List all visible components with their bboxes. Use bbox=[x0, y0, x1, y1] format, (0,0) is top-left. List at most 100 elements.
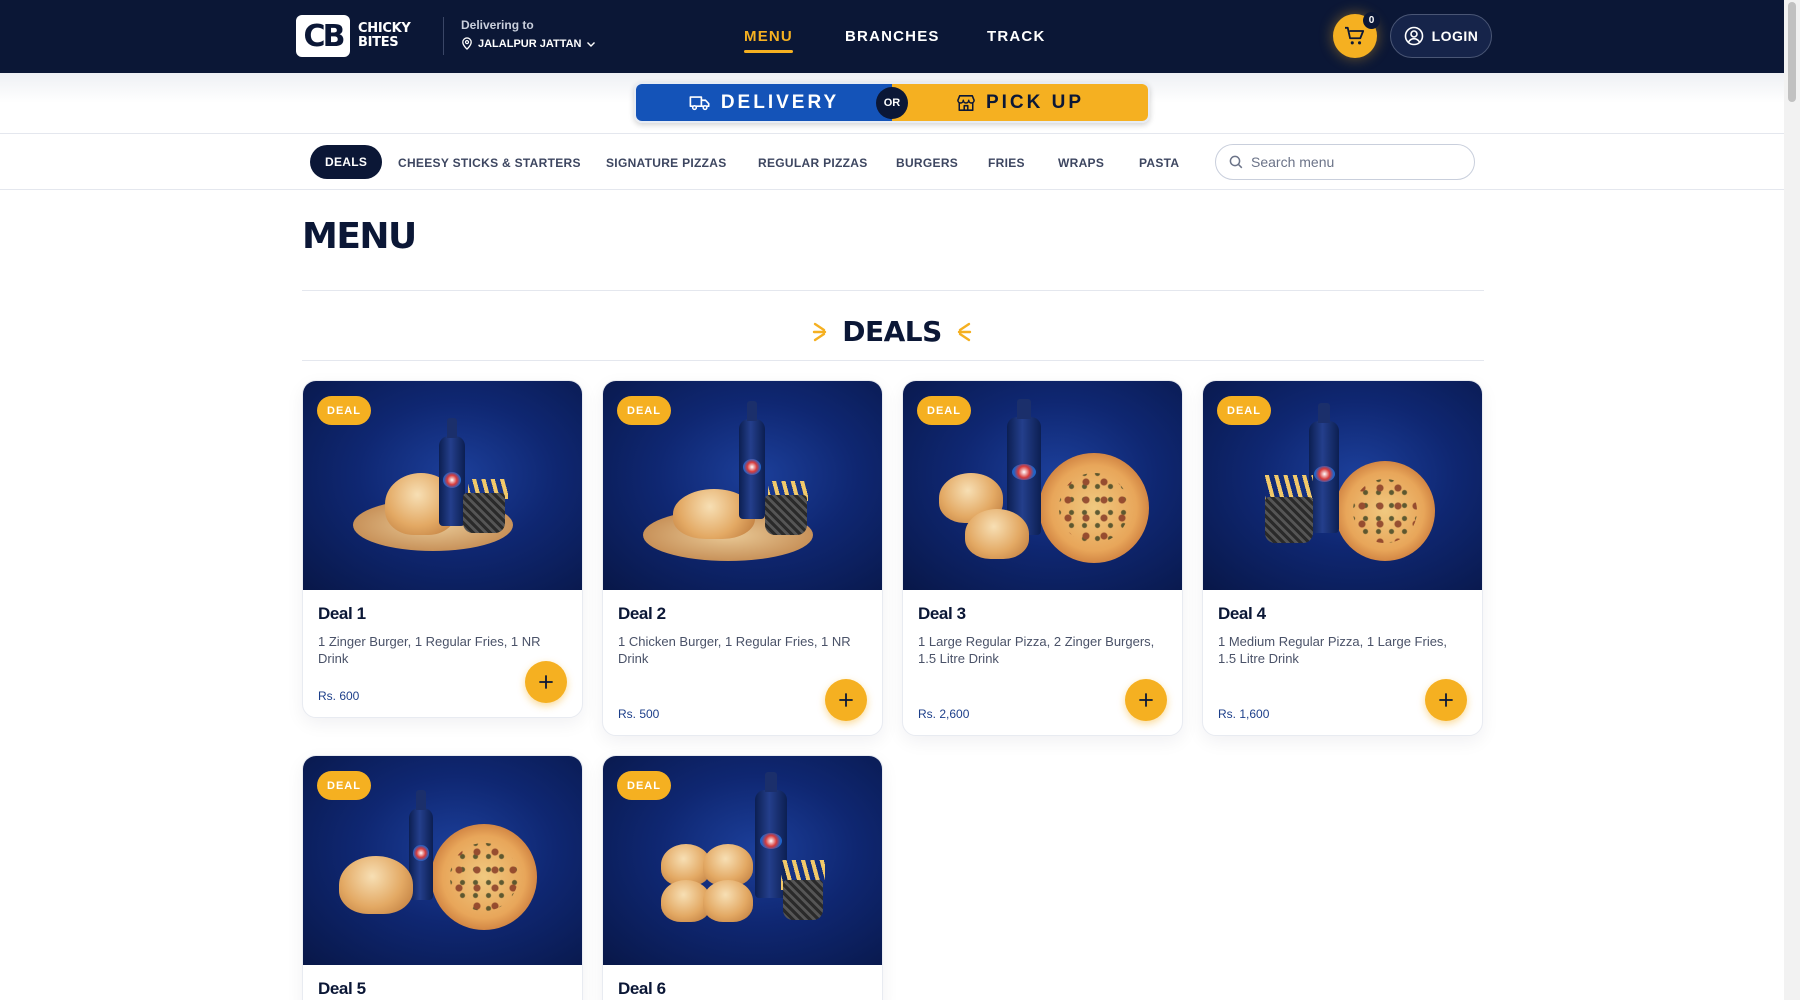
deal-card-2[interactable]: DEAL Deal 2 1 Chicken Burger, 1 Regular … bbox=[602, 380, 883, 736]
deal-2-body: Deal 2 1 Chicken Burger, 1 Regular Fries… bbox=[603, 590, 882, 667]
deal-card-3[interactable]: DEAL Deal 3 1 Large Regular Pizza, 2 Zin… bbox=[902, 380, 1183, 736]
deal-description: 1 Medium Regular Pizza, 1 Large Fries, 1… bbox=[1218, 634, 1448, 666]
category-bar: DEALS CHEESY STICKS & STARTERS SIGNATURE… bbox=[0, 133, 1784, 190]
category-wraps[interactable]: WRAPS bbox=[1058, 156, 1104, 170]
deal-name: Deal 4 bbox=[1218, 604, 1266, 623]
logo-line-2: BITES bbox=[358, 35, 399, 50]
logo-mark: CB bbox=[296, 15, 350, 57]
deal-name: Deal 3 bbox=[918, 604, 966, 623]
title-divider bbox=[302, 290, 1484, 291]
deal-name: Deal 1 bbox=[318, 604, 366, 623]
add-to-cart-button[interactable] bbox=[825, 679, 867, 721]
category-fries[interactable]: FRIES bbox=[988, 156, 1025, 170]
deal-2-image: DEAL bbox=[603, 381, 882, 590]
deal-card-4[interactable]: DEAL Deal 4 1 Medium Regular Pizza, 1 La… bbox=[1202, 380, 1483, 736]
login-label: LOGIN bbox=[1431, 28, 1479, 44]
cart-button[interactable]: 0 bbox=[1333, 12, 1380, 58]
fries-basket-image bbox=[783, 880, 823, 920]
add-to-cart-button[interactable] bbox=[1125, 679, 1167, 721]
deal-price: Rs. 1,600 bbox=[1218, 707, 1270, 721]
deal-card-6[interactable]: DEAL Deal 6 bbox=[602, 755, 883, 1000]
pickup-mode-label: PICK UP bbox=[985, 91, 1085, 113]
deal-3-image: DEAL bbox=[903, 381, 1182, 590]
deal-card-1[interactable]: DEAL Deal 1 1 Zinger Burger, 1 Regular F… bbox=[302, 380, 583, 718]
section-heading-deals: DEALS bbox=[0, 315, 1784, 348]
delivery-location: JALALPUR JATTAN bbox=[478, 37, 582, 50]
burger-image bbox=[965, 509, 1029, 559]
delivery-mode-button[interactable]: DELIVERY bbox=[636, 84, 892, 121]
delivery-caption: Delivering to bbox=[461, 18, 534, 32]
deal-6-image: DEAL bbox=[603, 756, 882, 965]
scrollbar-thumb[interactable] bbox=[1788, 2, 1796, 102]
deal-4-body: Deal 4 1 Medium Regular Pizza, 1 Large F… bbox=[1203, 590, 1482, 667]
sparkle-icon bbox=[957, 322, 971, 341]
store-icon bbox=[957, 94, 975, 111]
deal-description: 1 Chicken Burger, 1 Regular Fries, 1 NR … bbox=[618, 634, 851, 666]
logo-wordmark: CHICKY BITES bbox=[358, 22, 411, 50]
deal-card-5[interactable]: DEAL Deal 5 bbox=[302, 755, 583, 1000]
deal-price: Rs. 2,600 bbox=[918, 707, 970, 721]
top-navigation-bar: CB CHICKY BITES Delivering to JALALPUR J… bbox=[0, 0, 1784, 73]
fries-basket-image bbox=[463, 493, 505, 533]
add-to-cart-button[interactable] bbox=[1425, 679, 1467, 721]
fries-basket-image bbox=[765, 495, 807, 535]
pizza-image bbox=[1335, 461, 1435, 561]
deal-5-body: Deal 5 bbox=[303, 965, 582, 999]
search-icon bbox=[1229, 155, 1243, 169]
section-title: DEALS bbox=[842, 315, 942, 348]
burger-image bbox=[703, 880, 753, 922]
deal-4-image: DEAL bbox=[1203, 381, 1482, 590]
page-scrollbar[interactable] bbox=[1784, 0, 1800, 1000]
pizza-image bbox=[431, 824, 537, 930]
deal-6-body: Deal 6 bbox=[603, 965, 882, 999]
burger-image bbox=[339, 856, 413, 914]
truck-icon bbox=[689, 95, 710, 110]
nav-branches[interactable]: BRANCHES bbox=[845, 28, 940, 45]
category-pasta[interactable]: PASTA bbox=[1139, 156, 1179, 170]
deal-1-body: Deal 1 1 Zinger Burger, 1 Regular Fries,… bbox=[303, 590, 582, 667]
delivery-mode-label: DELIVERY bbox=[720, 91, 840, 113]
deal-badge: DEAL bbox=[617, 396, 671, 425]
deal-name: Deal 5 bbox=[318, 979, 366, 998]
deal-5-image: DEAL bbox=[303, 756, 582, 965]
deal-price: Rs. 500 bbox=[618, 707, 660, 721]
cart-count-badge: 0 bbox=[1363, 12, 1380, 29]
deal-description: 1 Large Regular Pizza, 2 Zinger Burgers,… bbox=[918, 634, 1155, 666]
deal-badge: DEAL bbox=[917, 396, 971, 425]
fries-basket-image bbox=[1265, 497, 1313, 543]
nav-track[interactable]: TRACK bbox=[987, 28, 1046, 45]
deal-1-image: DEAL bbox=[303, 381, 582, 590]
mode-or-divider: OR bbox=[876, 87, 908, 119]
category-regular-pizzas[interactable]: REGULAR PIZZAS bbox=[758, 156, 868, 170]
delivery-location-selector[interactable]: Delivering to JALALPUR JATTAN bbox=[461, 18, 596, 50]
plus-icon bbox=[1139, 693, 1153, 707]
drink-bottle-image bbox=[439, 418, 465, 526]
deal-badge: DEAL bbox=[1217, 396, 1271, 425]
nav-menu[interactable]: MENU bbox=[744, 28, 793, 53]
deal-badge: DEAL bbox=[617, 771, 671, 800]
brand-logo[interactable]: CB CHICKY BITES bbox=[296, 14, 424, 58]
drink-bottle-image bbox=[1309, 403, 1339, 533]
deal-badge: DEAL bbox=[317, 771, 371, 800]
user-icon bbox=[1404, 26, 1423, 46]
category-signature-pizzas[interactable]: SIGNATURE PIZZAS bbox=[606, 156, 727, 170]
plus-icon bbox=[539, 675, 553, 689]
deal-name: Deal 2 bbox=[618, 604, 666, 623]
category-burgers[interactable]: BURGERS bbox=[896, 156, 958, 170]
login-button[interactable]: LOGIN bbox=[1390, 14, 1492, 58]
search-input[interactable] bbox=[1251, 154, 1451, 170]
pizza-image bbox=[1039, 453, 1149, 563]
deal-description: 1 Zinger Burger, 1 Regular Fries, 1 NR D… bbox=[318, 634, 541, 666]
menu-search[interactable] bbox=[1215, 144, 1475, 180]
sparkle-icon bbox=[813, 322, 827, 341]
plus-icon bbox=[1439, 693, 1453, 707]
header-divider bbox=[443, 17, 444, 55]
section-divider bbox=[302, 360, 1484, 361]
add-to-cart-button[interactable] bbox=[525, 661, 567, 703]
deal-3-body: Deal 3 1 Large Regular Pizza, 2 Zinger B… bbox=[903, 590, 1182, 667]
category-deals[interactable]: DEALS bbox=[310, 145, 383, 179]
category-cheesy-sticks-starters[interactable]: CHEESY STICKS & STARTERS bbox=[398, 156, 581, 170]
chevron-down-icon bbox=[587, 41, 596, 47]
pickup-mode-button[interactable]: PICK UP bbox=[892, 84, 1148, 121]
cart-icon bbox=[1345, 26, 1365, 45]
